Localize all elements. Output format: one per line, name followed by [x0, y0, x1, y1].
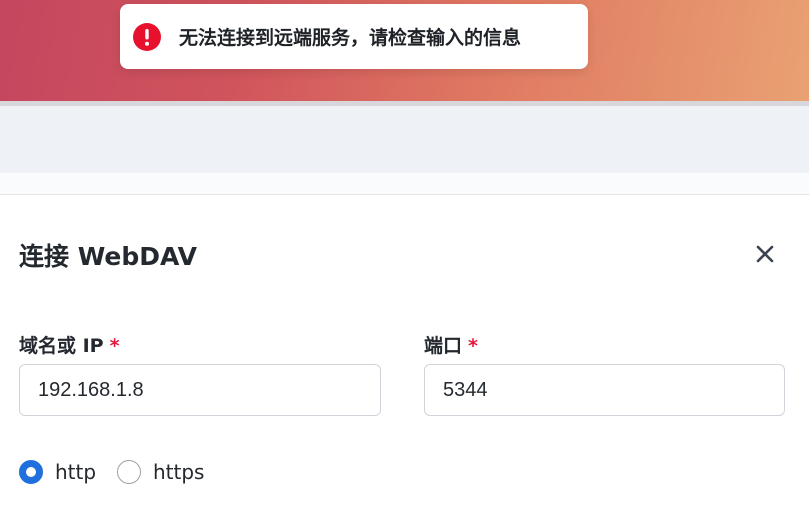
radio-button[interactable] — [117, 460, 141, 484]
host-label: 域名或 IP * — [19, 331, 120, 358]
close-button[interactable] — [750, 239, 780, 269]
radio-button-checked[interactable] — [19, 460, 43, 484]
page: 无法连接到远端服务，请检查输入的信息 连接 WebDAV 域名或 IP* 端口*… — [0, 0, 809, 506]
port-input[interactable] — [424, 364, 785, 416]
dialog-title: 连接 WebDAV — [19, 242, 197, 271]
error-toast: 无法连接到远端服务，请检查输入的信息 — [120, 4, 588, 69]
radio-label-http: http — [55, 460, 97, 484]
divider — [0, 173, 809, 195]
webdav-dialog: 连接 WebDAV 域名或 IP* 端口* http https — [0, 195, 809, 506]
close-icon — [756, 245, 774, 263]
toolbar-area — [0, 106, 809, 173]
radio-https[interactable]: https — [117, 460, 204, 484]
toast-message: 无法连接到远端服务，请检查输入的信息 — [179, 27, 522, 49]
host-label-text: 域名或 IP — [19, 335, 104, 357]
required-mark: * — [109, 335, 120, 357]
required-mark: * — [468, 335, 478, 357]
port-label: 端口 * — [424, 331, 478, 358]
port-label-text: 端口 — [424, 335, 463, 357]
exclamation-icon — [133, 22, 161, 51]
radio-http[interactable]: http — [19, 460, 96, 484]
host-input[interactable] — [19, 364, 381, 416]
radio-label-https: https — [153, 460, 205, 484]
